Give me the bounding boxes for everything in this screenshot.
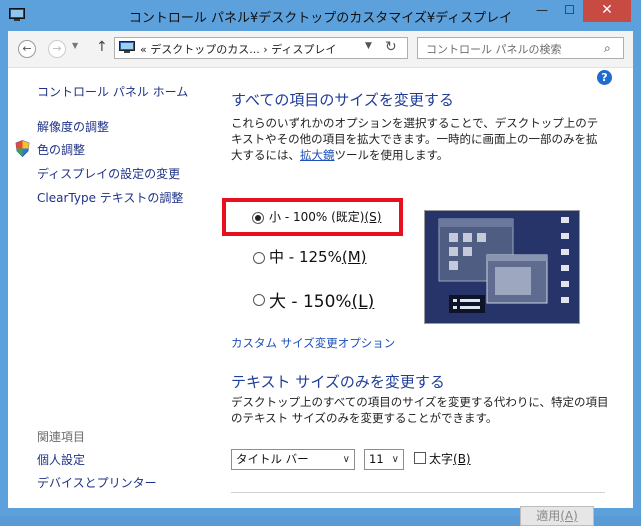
address-bar[interactable]: « デスクトップのカス... › ディスプレイ ▼ ↻ [114,37,408,59]
breadcrumb-separator-icon[interactable]: › [263,43,267,56]
control-panel-window: コントロール パネル¥デスクトップのカスタマイズ¥ディスプレイ — ☐ ✕ ← … [0,0,641,526]
sidebar-item-resolution[interactable]: 解像度の調整 [37,118,109,135]
option-large-label[interactable]: 大 - 150%(L) [269,287,374,312]
maximize-button[interactable]: ☐ [556,0,583,22]
search-input[interactable]: コントロール パネルの検索 [426,41,562,57]
minimize-button[interactable]: — [528,0,556,22]
apply-button[interactable]: 適用(A) [520,506,594,526]
navigation-bar: ← → ▼ ↑ « デスクトップのカス... › ディスプレイ ▼ ↻ コントロ… [8,31,633,68]
address-dropdown-icon[interactable]: ▼ [365,41,372,51]
bold-checkbox[interactable] [414,452,426,464]
sidebar-item-devices-printers[interactable]: デバイスとプリンター [37,474,157,491]
custom-sizing-link[interactable]: カスタム サイズ変更オプション [231,335,395,351]
resize-all-heading: すべての項目のサイズを変更する [231,91,454,109]
search-box[interactable]: コントロール パネルの検索 ⌕ [417,37,624,59]
shield-icon [15,140,30,157]
radio-small[interactable] [252,212,264,224]
option-medium-label[interactable]: 中 - 125%(M) [269,246,367,267]
chevron-down-icon: ∨ [391,454,399,465]
item-select-dropdown[interactable]: タイトル バー ∨ [231,449,355,470]
description-tail: ツールを使用します。 [334,148,449,162]
related-heading: 関連項目 [37,430,86,444]
item-select-value: タイトル バー [236,452,309,466]
sidebar-item-personalization[interactable]: 個人設定 [37,451,85,468]
control-panel-icon [119,41,135,53]
client-area: ← → ▼ ↑ « デスクトップのカス... › ディスプレイ ▼ ↻ コントロ… [8,31,633,526]
sidebar-item-display-settings[interactable]: ディスプレイの設定の変更 [37,165,180,182]
size-select-dropdown[interactable]: 11 ∨ [364,449,404,470]
breadcrumb-desktop-customize[interactable]: デスクトップのカス... [150,43,260,56]
sidebar-item-color[interactable]: 色の調整 [37,141,85,158]
chevron-down-icon: ∨ [342,454,350,465]
breadcrumb-display[interactable]: ディスプレイ [271,43,336,56]
sidebar-item-cleartype[interactable]: ClearType テキストの調整 [37,189,183,206]
forward-button[interactable]: → [48,40,66,58]
display-preview-image [424,210,580,324]
magnifier-link[interactable]: 拡大鏡 [300,148,335,162]
search-icon[interactable]: ⌕ [604,41,611,56]
close-button[interactable]: ✕ [583,0,631,22]
radio-medium[interactable] [253,252,265,264]
sidebar-control-panel-home[interactable]: コントロール パネル ホーム [37,83,188,100]
back-button[interactable]: ← [18,40,36,58]
option-small-label[interactable]: 小 - 100% (既定)(S) [269,208,381,225]
bold-checkbox-label[interactable]: 太字(B) [429,450,471,467]
resize-all-description: これらのいずれかのオプションを選択することで、デスクトップ上のテキストやその他の… [231,115,605,163]
size-select-value: 11 [369,452,384,466]
up-arrow-button[interactable]: ↑ [96,39,108,55]
help-icon[interactable]: ? [597,70,612,85]
refresh-icon[interactable]: ↻ [385,39,397,55]
recent-locations-chevron-icon[interactable]: ▼ [72,41,78,50]
divider [231,492,605,493]
title-bar[interactable]: コントロール パネル¥デスクトップのカスタマイズ¥ディスプレイ — ☐ ✕ [0,0,641,32]
radio-large[interactable] [253,294,265,306]
text-size-description: デスクトップ上のすべての項目のサイズを変更する代わりに、特定の項目のテキスト サ… [231,395,609,425]
breadcrumb: « デスクトップのカス... › ディスプレイ [140,41,336,57]
breadcrumb-overflow[interactable]: « [140,43,147,56]
text-size-heading: テキスト サイズのみを変更する [231,373,445,391]
sidebar: コントロール パネル ホーム 解像度の調整 色の調整 ディスプレイの設定の変更 … [8,67,208,508]
